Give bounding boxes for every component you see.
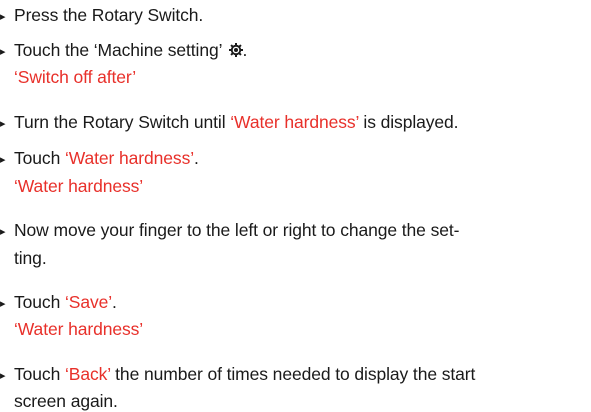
step-text-end: .	[242, 40, 248, 60]
bullet-icon: ▸	[0, 298, 6, 310]
step-touch-water-hardness: ▸ Touch ‘Water hardness’.	[0, 147, 199, 171]
step-text-end: .	[194, 148, 199, 168]
step-text: Touch the ‘Machine setting’	[14, 40, 222, 60]
bullet-icon: ▸	[0, 46, 6, 58]
highlight-water-hardness: ‘Water hardness’	[64, 148, 195, 168]
step-text: Touch	[14, 292, 65, 312]
step-touch-back-continued: screen again.	[14, 391, 118, 411]
highlight-back: ‘Back’	[64, 364, 111, 384]
step-text: Touch	[14, 148, 65, 168]
bullet-icon: ▸	[0, 154, 6, 166]
bullet-icon: ▸	[0, 226, 6, 238]
step-move-finger-continued: ting.	[14, 248, 47, 268]
step-touch-machine-setting: ▸ Touch the ‘Machine setting’ .	[0, 39, 247, 63]
step-text-end: is displayed.	[358, 112, 459, 132]
step-text: Turn the Rotary Switch until	[14, 112, 231, 132]
step-press-rotary-switch: ▸ Press the Rotary Switch.	[0, 4, 203, 28]
step-text: Now move your finger to the left or righ…	[14, 220, 460, 240]
highlight-water-hardness: ‘Water hardness’	[230, 112, 359, 132]
step-text: Press the Rotary Switch.	[14, 5, 204, 25]
result-water-hardness: ‘Water hardness’	[14, 176, 144, 196]
bullet-icon: ▸	[0, 118, 6, 130]
step-touch-back: ▸ Touch ‘Back’ the number of times needed…	[0, 363, 475, 387]
bullet-icon: ▸	[0, 370, 6, 382]
highlight-save: ‘Save’	[64, 292, 113, 312]
instruction-document: ▸ Press the Rotary Switch. ▸ Touch the ‘Ma…	[0, 0, 591, 411]
gear-icon	[228, 40, 243, 57]
result-water-hardness-saved: ‘Water hardness’	[14, 319, 144, 339]
bullet-icon: ▸	[0, 11, 6, 23]
step-text-end: .	[112, 292, 117, 312]
result-switch-off-after: ‘Switch off after’	[14, 67, 137, 87]
step-text-end: the number of times needed to display th…	[110, 364, 476, 384]
step-text: Touch	[14, 364, 65, 384]
step-touch-save: ▸ Touch ‘Save’.	[0, 291, 117, 315]
step-move-finger: ▸ Now move your finger to the left or rig…	[0, 219, 459, 243]
step-turn-rotary-switch: ▸ Turn the Rotary Switch until ‘Water har…	[0, 111, 459, 135]
